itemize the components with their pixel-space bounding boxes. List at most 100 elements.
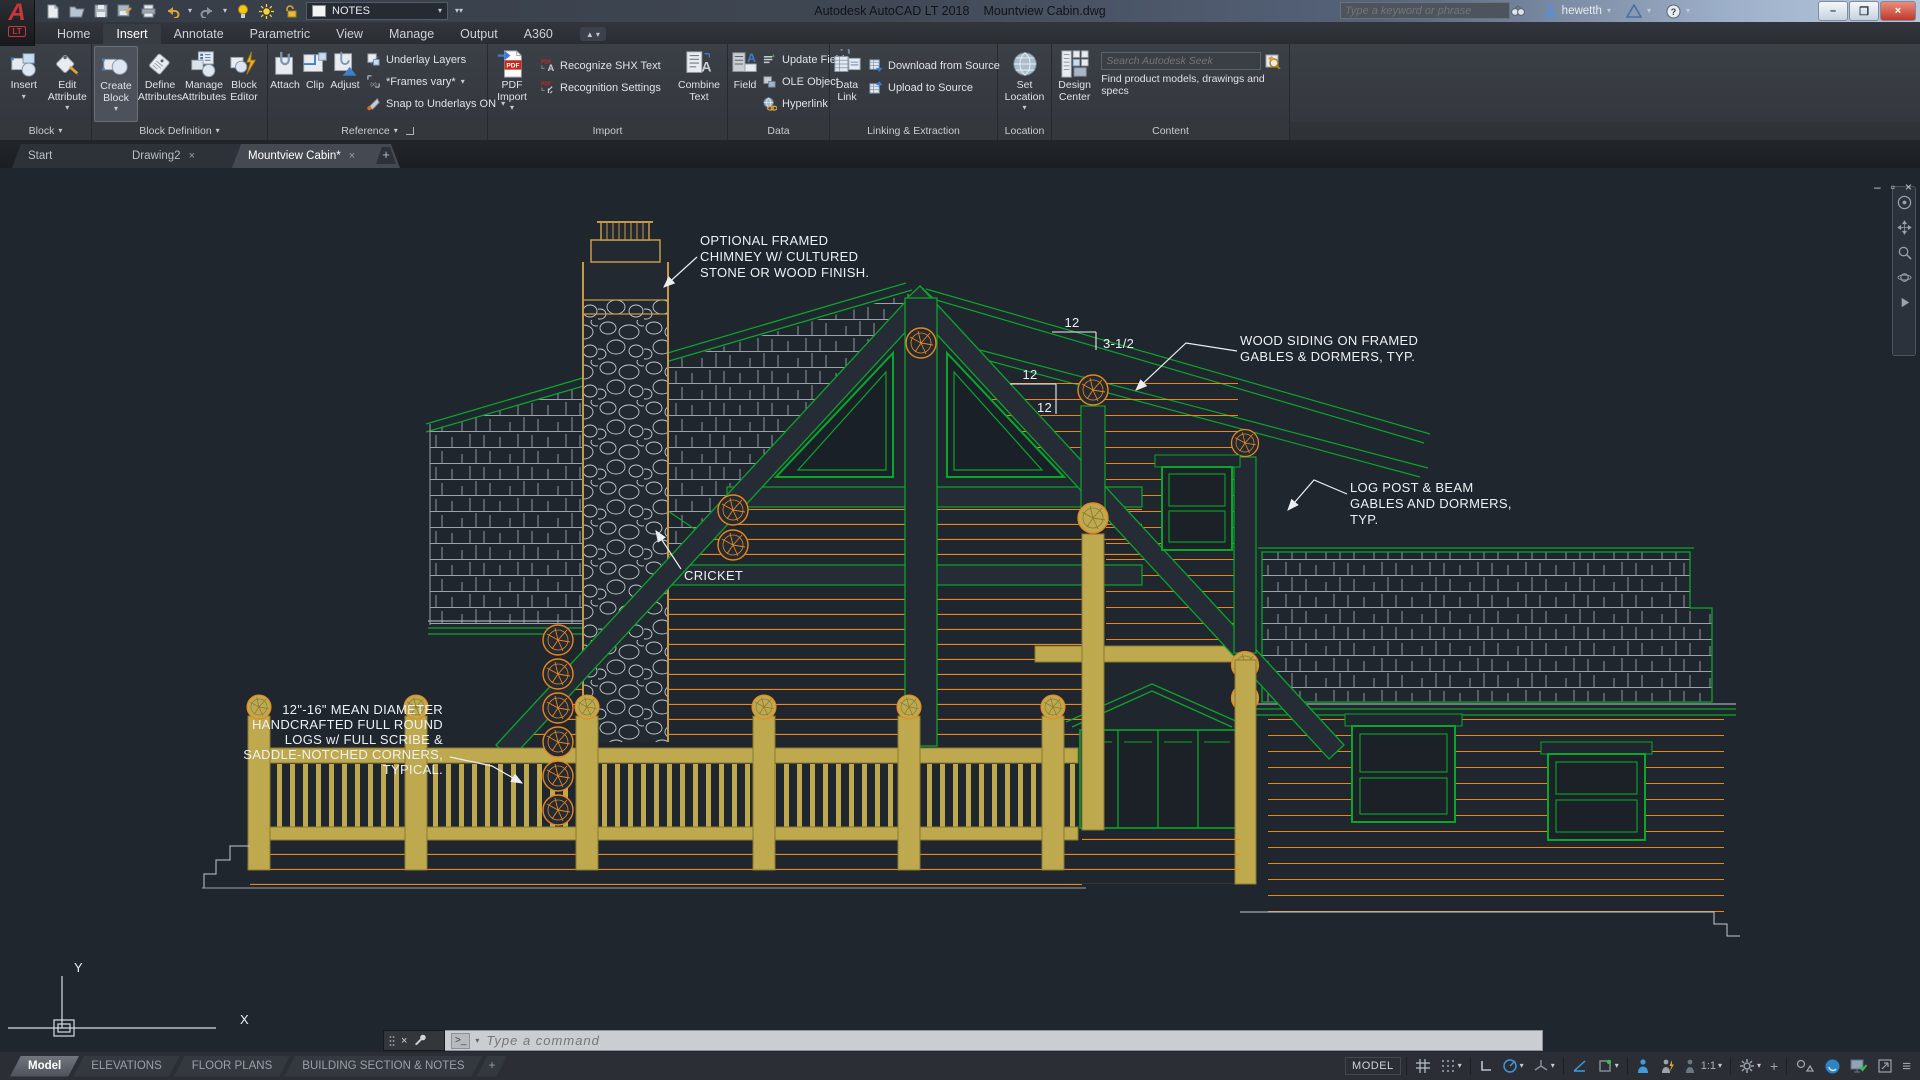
nav-wheel-icon[interactable] (1897, 195, 1912, 210)
ribbon-display-toggle[interactable]: ▲ ▾ (579, 27, 606, 41)
adjust-button[interactable]: Adjust (330, 46, 360, 122)
command-close-icon[interactable]: × (401, 1035, 407, 1047)
define-attributes-button[interactable]: Define Attributes (138, 46, 182, 122)
redo-icon[interactable] (199, 3, 216, 19)
layer-dropdown[interactable]: NOTES ▾ (306, 2, 449, 20)
menu-icon[interactable]: ≡ (1899, 1056, 1914, 1077)
panel-label-location[interactable]: Location (998, 122, 1052, 140)
panel-label-block-definition[interactable]: Block Definition ▾ (92, 122, 268, 140)
layout-tab-building-section[interactable]: BUILDING SECTION & NOTES (284, 1056, 482, 1077)
nav-pan-icon[interactable] (1896, 220, 1912, 235)
edit-attribute-button[interactable]: Edit Attribute ▾ (46, 46, 90, 122)
binoculars-icon[interactable] (1510, 4, 1526, 18)
open-file-icon[interactable] (68, 3, 85, 19)
undo-caret-icon[interactable]: ▾ (188, 7, 192, 15)
plot-icon[interactable] (140, 3, 157, 19)
command-input-area[interactable]: >_ ▾ (445, 1030, 1543, 1051)
tab-manage[interactable]: Manage (376, 24, 447, 44)
close-button[interactable]: × (1880, 1, 1916, 21)
isodraft-icon[interactable]: ▾ (1530, 1056, 1558, 1076)
seek-search-icon[interactable] (1265, 54, 1281, 69)
close-tab-icon[interactable]: × (349, 150, 355, 162)
model-space-button[interactable]: MODEL (1345, 1057, 1401, 1075)
a360-caret-icon[interactable]: ▾ (1647, 7, 1651, 15)
user-caret-icon[interactable]: ▾ (1607, 7, 1611, 15)
tab-output[interactable]: Output (447, 24, 511, 44)
tab-view[interactable]: View (323, 24, 376, 44)
drawing-viewport[interactable]: – ▫ × OPTIONAL FRAMED CHIMNEY W/ CULTURE… (0, 168, 1920, 1052)
tab-insert[interactable]: Insert (103, 24, 161, 44)
layer-on-bulb-icon[interactable] (234, 3, 251, 19)
combine-text-button[interactable]: A Combine Text (673, 46, 725, 122)
new-file-icon[interactable] (44, 3, 61, 19)
annotation-scale-icon[interactable]: 1:1 ▾ (1681, 1056, 1725, 1076)
new-layout-button[interactable]: + (477, 1056, 508, 1077)
tab-home[interactable]: Home (44, 24, 103, 44)
create-block-button[interactable]: Create Block ▾ (94, 46, 138, 122)
command-line-grip[interactable]: × (383, 1030, 445, 1051)
restore-button[interactable]: ❒ (1849, 1, 1879, 21)
workspace-gear-icon[interactable]: ▾ (1736, 1056, 1764, 1076)
panel-label-import[interactable]: Import (488, 122, 728, 140)
autosnap-icon[interactable] (1569, 1056, 1591, 1076)
data-link-button[interactable]: Data Link (832, 46, 862, 122)
layout-tab-floor-plans[interactable]: FLOOR PLANS (174, 1056, 291, 1077)
tab-parametric[interactable]: Parametric (237, 24, 323, 44)
frames-button[interactable]: (x) *Frames vary* ▾ (366, 72, 505, 91)
layer-sun-icon[interactable] (258, 3, 275, 19)
block-editor-button[interactable]: Block Editor (226, 46, 262, 122)
autocad-logo[interactable]: A LT (0, 0, 35, 46)
set-location-button[interactable]: Set Location ▾ (1000, 46, 1049, 122)
layout-tab-model[interactable]: Model (10, 1056, 79, 1077)
help-caret-icon[interactable]: ▾ (1686, 7, 1690, 15)
design-center-button[interactable]: Design Center (1054, 46, 1095, 122)
save-icon[interactable] (92, 3, 109, 19)
redo-caret-icon[interactable]: ▾ (223, 7, 227, 15)
dialog-launcher-icon[interactable] (405, 127, 414, 135)
keyword-search-input[interactable] (1340, 2, 1510, 19)
nav-zoom-icon[interactable] (1897, 245, 1912, 260)
a360-icon[interactable] (1625, 4, 1642, 18)
snap-mode-icon[interactable]: ▾ (1437, 1056, 1465, 1076)
underlay-layers-button[interactable]: Underlay Layers (366, 50, 505, 69)
manage-attributes-button[interactable]: Manage Attributes (182, 46, 226, 122)
snap-underlays-button[interactable]: Snap to Underlays ON ▾ (366, 94, 505, 113)
recognition-settings-button[interactable]: PDF Recognition Settings (540, 78, 661, 97)
seek-search-input[interactable] (1101, 52, 1262, 70)
tab-annotate[interactable]: Annotate (161, 24, 237, 44)
nav-orbit-icon[interactable] (1897, 270, 1912, 285)
close-tab-icon[interactable]: × (189, 150, 195, 162)
layout-tab-elevations[interactable]: ELEVATIONS (73, 1056, 180, 1077)
panel-label-data[interactable]: Data (728, 122, 830, 140)
undo-icon[interactable] (164, 3, 181, 19)
tab-a360[interactable]: A360 (511, 24, 566, 44)
panel-label-block[interactable]: Block ▾ (0, 122, 92, 140)
system-monitor-icon[interactable] (1847, 1056, 1871, 1076)
recognize-shx-button[interactable]: PDF A Recognize SHX Text (540, 56, 661, 75)
customize-plus-icon[interactable]: + (1767, 1056, 1781, 1076)
panel-label-linking[interactable]: Linking & Extraction (830, 122, 998, 140)
isolate-objects-icon[interactable] (1792, 1056, 1818, 1076)
ortho-icon[interactable] (1476, 1057, 1496, 1075)
download-source-button[interactable]: Download from Source (868, 56, 1000, 75)
minimize-button[interactable]: – (1818, 1, 1848, 21)
pdf-import-button[interactable]: PDF PDF Import ▾ (490, 46, 534, 122)
command-wrench-icon[interactable] (413, 1034, 427, 1047)
nav-motion-icon[interactable] (1897, 295, 1912, 310)
graphics-performance-icon[interactable] (1821, 1056, 1844, 1077)
object-snap-icon[interactable]: ▾ (1594, 1056, 1622, 1076)
qat-customize-icon[interactable]: ▾▾ (455, 7, 463, 15)
annotation-visibility-icon[interactable] (1633, 1056, 1654, 1076)
navigation-bar[interactable] (1892, 186, 1916, 356)
save-as-icon[interactable] (116, 3, 133, 19)
user-name[interactable]: hewetth (1562, 5, 1602, 17)
clean-screen-icon[interactable] (1874, 1056, 1896, 1076)
command-caret-icon[interactable]: ▾ (475, 1036, 479, 1045)
panel-label-reference[interactable]: Reference ▾ (268, 122, 488, 140)
polar-tracking-icon[interactable]: ▾ (1499, 1056, 1527, 1076)
file-tab-mountview-cabin[interactable]: Mountview Cabin* × (232, 144, 400, 168)
upload-source-button[interactable]: Upload to Source (868, 78, 1000, 97)
insert-button[interactable]: Insert ▾ (2, 46, 46, 122)
command-input[interactable] (484, 1032, 1536, 1049)
attach-button[interactable]: Attach (270, 46, 300, 122)
